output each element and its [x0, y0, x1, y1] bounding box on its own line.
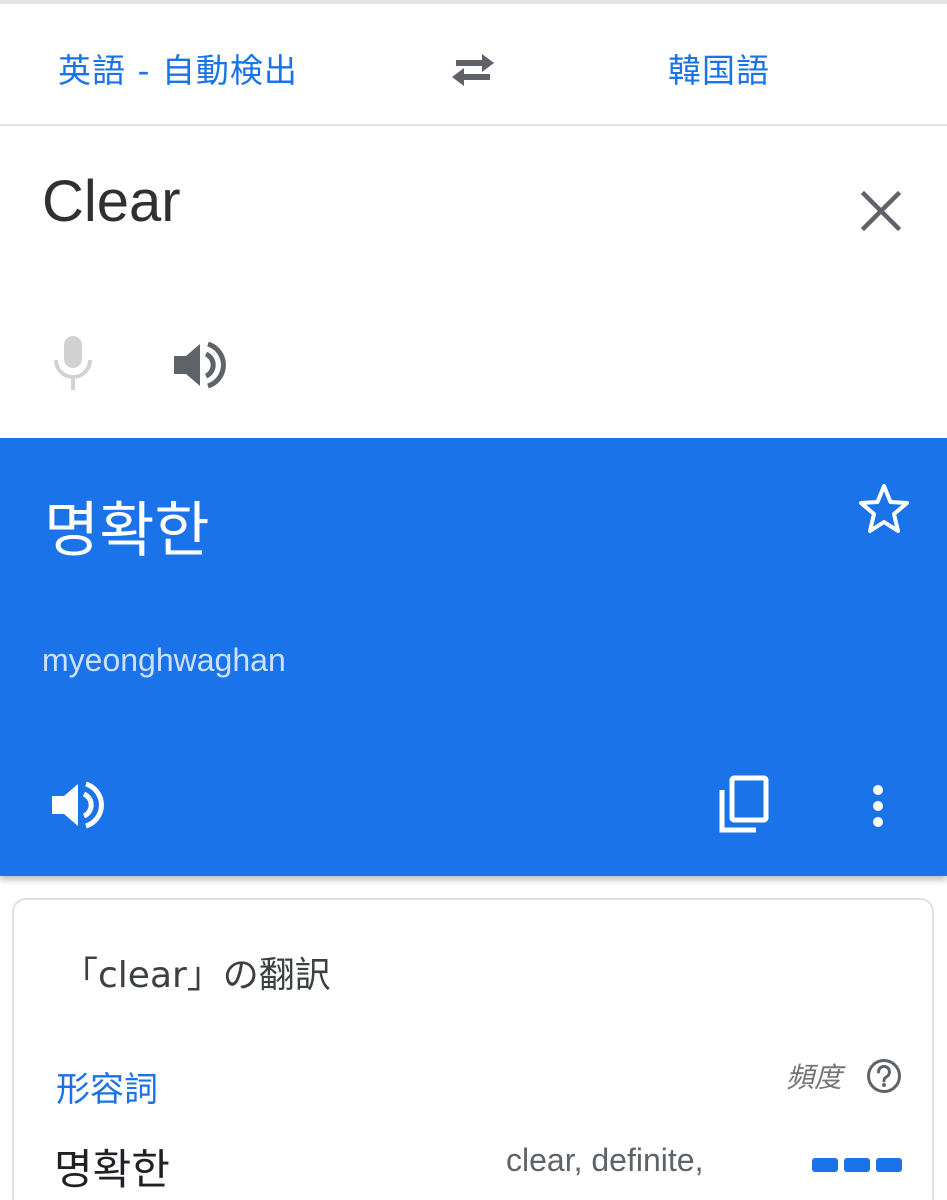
- translation-result-card: 명확한 myeonghwaghan: [0, 438, 947, 876]
- frequency-bar: [844, 1158, 870, 1172]
- frequency-bar: [812, 1158, 838, 1172]
- source-language-button[interactable]: 英語 - 自動検出: [58, 44, 298, 92]
- copy-icon[interactable]: [716, 774, 772, 836]
- source-text-input[interactable]: Clear: [42, 168, 181, 235]
- close-icon[interactable]: [856, 186, 906, 236]
- mic-icon[interactable]: [50, 334, 96, 394]
- frequency-bar: [876, 1158, 902, 1172]
- dictionary-card: 「clear」の翻訳 形容詞 頻度 명확한 clear, definite,: [12, 898, 934, 1200]
- target-language-button[interactable]: 韓国語: [668, 44, 770, 92]
- frequency-label: 頻度: [786, 1061, 843, 1094]
- more-vert-icon[interactable]: [866, 782, 890, 830]
- dictionary-title: 「clear」の翻訳: [62, 955, 331, 996]
- speaker-icon[interactable]: [170, 338, 228, 392]
- romanization-text: myeonghwaghan: [42, 642, 286, 678]
- dictionary-entry-meanings: clear, definite,: [506, 1142, 704, 1178]
- part-of-speech-label: 形容詞: [56, 1070, 158, 1110]
- help-icon[interactable]: [866, 1058, 902, 1094]
- language-bar: 英語 - 自動検出 韓国語: [0, 4, 947, 126]
- translation-text: 명확한: [44, 496, 210, 566]
- translate-screen: 英語 - 自動検出 韓国語 Clear 명확한 myeonghwaghan 「c…: [0, 0, 947, 1200]
- speaker-icon[interactable]: [48, 778, 106, 832]
- input-area: Clear: [0, 128, 947, 438]
- swap-arrows-icon[interactable]: [446, 48, 500, 92]
- star-outline-icon[interactable]: [856, 482, 912, 538]
- frequency-bars: [812, 1158, 904, 1174]
- dictionary-entry-word[interactable]: 명확한: [54, 1136, 170, 1197]
